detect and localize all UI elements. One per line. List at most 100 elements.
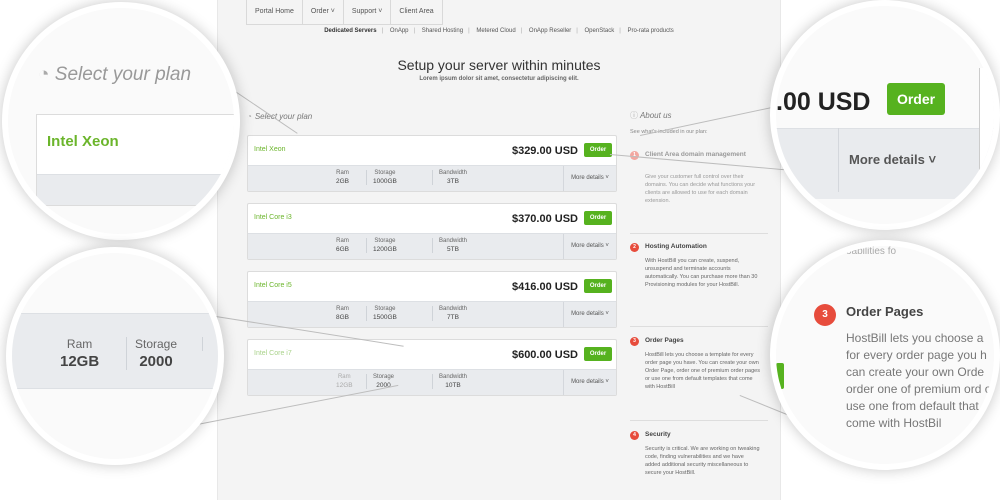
category-shared-hosting[interactable]: Shared Hosting [422, 28, 463, 34]
spec-ram-value: 2GB [336, 178, 350, 185]
spec-storage-label: Storage [374, 306, 396, 312]
spec-bandwidth-label: Bandwidth [439, 238, 468, 244]
zoom-plan-name: Intel Xeon [47, 133, 119, 150]
zoom-order-button[interactable]: Order [887, 83, 945, 115]
spec-ram-label: Ram [336, 306, 349, 312]
zoom-spec-storage: Storage 2000 [126, 337, 177, 370]
zoom-plans-label: ◔ Select your plan [38, 64, 191, 86]
spec-ram-label: Ram [336, 170, 349, 176]
more-details-button[interactable]: More details ˅ [563, 302, 616, 327]
page-frame: Portal Home Order ˅ Support ˅ Client Are… [218, 0, 780, 500]
spec-ram-label: Ram [336, 238, 349, 244]
feature-number-badge: 2 [630, 243, 639, 252]
zoom-feature-number-badge: 3 [814, 304, 836, 326]
spec-storage-label: Storage [373, 374, 395, 380]
zoom-order-button-fragment [776, 363, 784, 389]
spec-storage: Storage 1000GB [366, 170, 397, 185]
spec-bandwidth-value: 5TB [447, 246, 459, 253]
plan-price: $370.00 USD [511, 213, 578, 225]
more-details-button[interactable]: More details ˅ [563, 370, 616, 395]
spec-bandwidth: Bandwidth 10TB [432, 374, 467, 389]
zoom-plan-specs-strip [37, 174, 234, 205]
zoom-spec-ram: Ram 12GB [60, 337, 99, 370]
nav-order[interactable]: Order ˅ [301, 0, 343, 24]
spec-bandwidth-label: Bandwidth [439, 306, 468, 312]
plan-specs: Ram 8GB Storage 1500GB Bandwidth 7TB More d… [248, 301, 616, 327]
zoom-card-edge [979, 68, 994, 218]
plan-price: $329.00 USD [511, 145, 578, 157]
zoom-plan-card: Intel Xeon [36, 114, 234, 206]
spec-ram-value: 6GB [336, 246, 350, 253]
page-title: Setup your server within minutes [397, 57, 601, 73]
plan-specs: Ram 12GB Storage 2000 Bandwidth 10TB More d… [248, 369, 616, 395]
zoom-spec-storage-value: 2000 [139, 353, 173, 370]
plan-card: Intel Core i3 $370.00 USD Order Ram 6GB S… [247, 203, 617, 260]
spec-storage-value: 1500GB [373, 314, 397, 321]
zoom-feature-title: Order Pages [846, 304, 924, 319]
category-metered-cloud[interactable]: Metered Cloud [476, 28, 515, 34]
zoom-lens-specs: Ram 12GB Storage 2000 B [12, 253, 218, 459]
order-button[interactable]: Order [584, 347, 612, 361]
plan-price: $600.00 USD [511, 349, 578, 361]
spec-storage-value: 1000GB [373, 178, 397, 185]
zoom-lens-plan-header: ◔ Select your plan Intel Xeon [8, 8, 234, 234]
spec-storage: Storage 1200GB [366, 238, 397, 253]
category-openstack[interactable]: OpenStack [585, 28, 615, 34]
feature-title: Security [645, 431, 671, 438]
zoom-more-details-button[interactable]: More details ˅ [838, 128, 979, 192]
spec-storage-value: 1200GB [373, 246, 397, 253]
plan-name: Intel Xeon [254, 146, 286, 153]
spec-ram: Ram 12GB [336, 374, 353, 389]
spec-ram-value: 8GB [336, 314, 350, 321]
plan-name: Intel Core i7 [254, 350, 292, 357]
spec-bandwidth-value: 3TB [447, 178, 459, 185]
gauge-icon: ◔ [247, 112, 252, 121]
spec-ram-label: Ram [337, 374, 351, 380]
category-dedicated-servers[interactable]: Dedicated Servers [324, 28, 376, 34]
spec-bandwidth-label: Bandwidth [439, 170, 468, 176]
category-onapp[interactable]: OnApp [390, 28, 409, 34]
feature-description: Give your customer full control over the… [645, 174, 756, 204]
plan-card: Intel Core i5 $416.00 USD Order Ram 8GB S… [247, 271, 617, 328]
feature-title: Client Area domain management [645, 151, 746, 158]
about-title-text: About us [639, 111, 672, 120]
more-details-button[interactable]: More details ˅ [563, 166, 616, 191]
plan-specs: Ram 6GB Storage 1200GB Bandwidth 5TB More d… [248, 233, 616, 259]
plan-name: Intel Core i5 [254, 282, 292, 289]
spec-storage-label: Storage [374, 170, 396, 176]
zoom-spec-ram-label: Ram [66, 337, 93, 351]
nav-client-area[interactable]: Client Area [390, 0, 443, 24]
spec-bandwidth-value: 7TB [447, 314, 459, 321]
category-pro-rata[interactable]: Pro-rata products [627, 28, 673, 34]
plan-price: $416.00 USD [511, 281, 578, 293]
order-button[interactable]: Order [584, 211, 612, 225]
zoom-price: .00 USD [776, 88, 871, 116]
feature-number-badge: 3 [630, 337, 639, 346]
spec-storage: Storage 1500GB [366, 306, 397, 321]
plan-specs: Ram 2GB Storage 1000GB Bandwidth 3TB More d… [248, 165, 616, 191]
zoom-feature-description: HostBill lets you choose a for every ord… [846, 331, 994, 430]
zoom-spec-ram-value: 12GB [60, 353, 100, 370]
nav-support[interactable]: Support ˅ [342, 0, 391, 24]
plan-card: Intel Xeon $329.00 USD Order Ram 2GB Stor… [247, 135, 617, 192]
zoom-plans-label-text: Select your plan [54, 64, 192, 85]
spec-ram: Ram 8GB [336, 306, 349, 321]
divider [630, 326, 768, 327]
zoom-spec-bandwidth-fragment: B [202, 337, 218, 351]
spec-bandwidth: Bandwidth 5TB [432, 238, 467, 253]
zoom-lens-price: .00 USD Order More details ˅ [776, 6, 994, 224]
spec-ram: Ram 2GB [336, 170, 349, 185]
plan-card: Intel Core i7 $600.00 USD Order Ram 12GB … [247, 339, 617, 396]
nav-portal-home[interactable]: Portal Home [246, 0, 302, 24]
order-button[interactable]: Order [584, 279, 612, 293]
category-onapp-reseller[interactable]: OnApp Reseller [529, 28, 571, 34]
feature-description: HostBill lets you choose a template for … [645, 352, 760, 390]
order-button[interactable]: Order [584, 143, 612, 157]
spec-ram-value: 12GB [336, 382, 353, 389]
more-details-button[interactable]: More details ˅ [563, 234, 616, 259]
plans-section-text: Select your plan [254, 112, 313, 121]
zoom-spec-storage-label: Storage [135, 337, 178, 351]
category-nav: Dedicated Servers | OnApp | Shared Hosting… [324, 28, 674, 34]
divider [630, 420, 768, 421]
spec-bandwidth-label: Bandwidth [439, 374, 468, 380]
